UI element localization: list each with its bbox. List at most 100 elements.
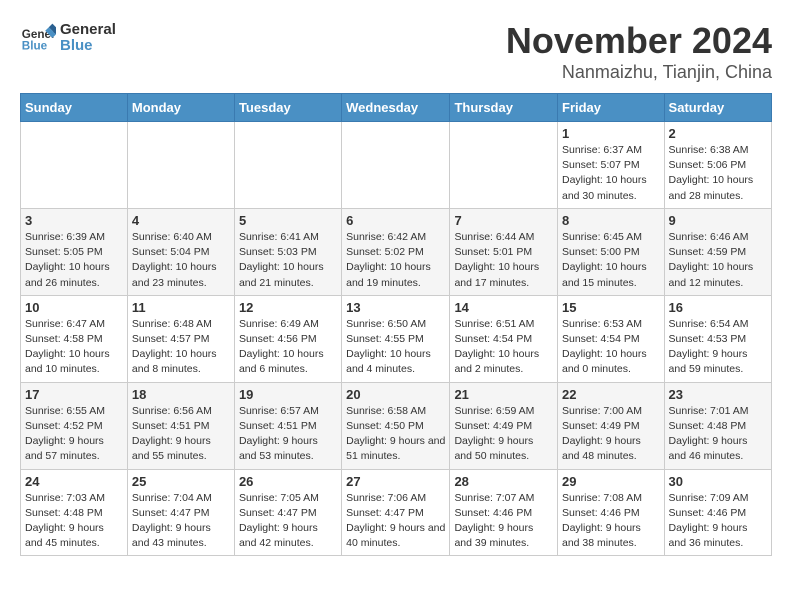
day-number: 29 [562,474,660,489]
day-info: Sunrise: 6:40 AM Sunset: 5:04 PM Dayligh… [132,230,230,291]
day-info: Sunrise: 6:55 AM Sunset: 4:52 PM Dayligh… [25,404,123,465]
weekday-header-monday: Monday [127,94,234,122]
weekday-header-saturday: Saturday [664,94,771,122]
day-number: 5 [239,213,337,228]
day-number: 30 [669,474,767,489]
location-title: Nanmaizhu, Tianjin, China [506,62,772,83]
day-number: 7 [454,213,553,228]
logo-icon: General Blue [20,20,56,56]
day-info: Sunrise: 6:37 AM Sunset: 5:07 PM Dayligh… [562,143,660,204]
weekday-header-sunday: Sunday [21,94,128,122]
day-number: 20 [346,387,445,402]
calendar-cell: 6Sunrise: 6:42 AM Sunset: 5:02 PM Daylig… [342,208,450,295]
calendar-cell: 10 Sunrise: 6:47 AM Sunset: 4:58 PM Dayli… [21,295,128,382]
day-info: Sunrise: 7:01 AM Sunset: 4:48 PM Dayligh… [669,404,767,465]
day-number: 16 [669,300,767,315]
calendar-cell: 23 Sunrise: 7:01 AM Sunset: 4:48 PM Dayli… [664,382,771,469]
day-info: Sunrise: 7:06 AM Sunset: 4:47 PM Dayligh… [346,491,445,552]
calendar-cell: 3 Sunrise: 6:39 AM Sunset: 5:05 PM Daylig… [21,208,128,295]
calendar-cell [234,122,341,209]
day-info: Sunrise: 7:07 AM Sunset: 4:46 PM Dayligh… [454,491,553,552]
calendar-cell: 17 Sunrise: 6:55 AM Sunset: 4:52 PM Dayli… [21,382,128,469]
calendar-cell: 16Sunrise: 6:54 AM Sunset: 4:53 PM Dayli… [664,295,771,382]
day-number: 19 [239,387,337,402]
calendar-cell: 21 Sunrise: 6:59 AM Sunset: 4:49 PM Dayli… [450,382,558,469]
calendar-cell: 4 Sunrise: 6:40 AM Sunset: 5:04 PM Daylig… [127,208,234,295]
day-number: 26 [239,474,337,489]
day-number: 11 [132,300,230,315]
calendar-cell: 2 Sunrise: 6:38 AM Sunset: 5:06 PM Daylig… [664,122,771,209]
calendar-cell: 20 Sunrise: 6:58 AM Sunset: 4:50 PM Dayli… [342,382,450,469]
day-info: Sunrise: 7:00 AM Sunset: 4:49 PM Dayligh… [562,404,660,465]
month-title: November 2024 [506,20,772,62]
day-info: Sunrise: 6:38 AM Sunset: 5:06 PM Dayligh… [669,143,767,204]
day-info: Sunrise: 6:53 AM Sunset: 4:54 PM Dayligh… [562,317,660,378]
svg-text:Blue: Blue [22,40,48,53]
calendar-cell: 14Sunrise: 6:51 AM Sunset: 4:54 PM Dayli… [450,295,558,382]
calendar-cell: 29 Sunrise: 7:08 AM Sunset: 4:46 PM Dayli… [558,469,665,556]
calendar-cell: 7 Sunrise: 6:44 AM Sunset: 5:01 PM Daylig… [450,208,558,295]
day-number: 25 [132,474,230,489]
day-number: 8 [562,213,660,228]
calendar-cell: 26Sunrise: 7:05 AM Sunset: 4:47 PM Dayli… [234,469,341,556]
calendar-cell: 5 Sunrise: 6:41 AM Sunset: 5:03 PM Daylig… [234,208,341,295]
day-info: Sunrise: 6:46 AM Sunset: 4:59 PM Dayligh… [669,230,767,291]
calendar-cell: 25 Sunrise: 7:04 AM Sunset: 4:47 PM Dayli… [127,469,234,556]
calendar-cell: 24Sunrise: 7:03 AM Sunset: 4:48 PM Dayli… [21,469,128,556]
day-number: 22 [562,387,660,402]
day-info: Sunrise: 6:56 AM Sunset: 4:51 PM Dayligh… [132,404,230,465]
day-info: Sunrise: 7:09 AM Sunset: 4:46 PM Dayligh… [669,491,767,552]
day-number: 28 [454,474,553,489]
calendar-cell: 22 Sunrise: 7:00 AM Sunset: 4:49 PM Dayli… [558,382,665,469]
day-info: Sunrise: 6:49 AM Sunset: 4:56 PM Dayligh… [239,317,337,378]
day-number: 17 [25,387,123,402]
weekday-header-wednesday: Wednesday [342,94,450,122]
day-number: 13 [346,300,445,315]
day-info: Sunrise: 6:41 AM Sunset: 5:03 PM Dayligh… [239,230,337,291]
day-info: Sunrise: 6:39 AM Sunset: 5:05 PM Dayligh… [25,230,123,291]
calendar-cell: 30 Sunrise: 7:09 AM Sunset: 4:46 PM Dayli… [664,469,771,556]
day-number: 3 [25,213,123,228]
day-number: 1 [562,126,660,141]
calendar-cell [127,122,234,209]
day-info: Sunrise: 6:45 AM Sunset: 5:00 PM Dayligh… [562,230,660,291]
day-info: Sunrise: 6:44 AM Sunset: 5:01 PM Dayligh… [454,230,553,291]
day-info: Sunrise: 6:48 AM Sunset: 4:57 PM Dayligh… [132,317,230,378]
week-row-3: 10 Sunrise: 6:47 AM Sunset: 4:58 PM Dayli… [21,295,772,382]
week-row-4: 17 Sunrise: 6:55 AM Sunset: 4:52 PM Dayli… [21,382,772,469]
day-number: 15 [562,300,660,315]
calendar-cell: 15 Sunrise: 6:53 AM Sunset: 4:54 PM Dayli… [558,295,665,382]
calendar-cell: 28 Sunrise: 7:07 AM Sunset: 4:46 PM Dayli… [450,469,558,556]
logo: General Blue General Blue [20,20,116,56]
day-info: Sunrise: 7:04 AM Sunset: 4:47 PM Dayligh… [132,491,230,552]
calendar-cell: 11 Sunrise: 6:48 AM Sunset: 4:57 PM Dayli… [127,295,234,382]
calendar-cell: 12Sunrise: 6:49 AM Sunset: 4:56 PM Dayli… [234,295,341,382]
day-number: 21 [454,387,553,402]
day-info: Sunrise: 6:58 AM Sunset: 4:50 PM Dayligh… [346,404,445,465]
header: General Blue General Blue November 2024 … [20,20,772,83]
calendar-cell: 1 Sunrise: 6:37 AM Sunset: 5:07 PM Daylig… [558,122,665,209]
calendar-cell: 27 Sunrise: 7:06 AM Sunset: 4:47 PM Dayli… [342,469,450,556]
calendar-cell [450,122,558,209]
day-number: 18 [132,387,230,402]
day-number: 4 [132,213,230,228]
day-info: Sunrise: 6:57 AM Sunset: 4:51 PM Dayligh… [239,404,337,465]
day-number: 23 [669,387,767,402]
day-number: 6 [346,213,445,228]
calendar-cell: 13Sunrise: 6:50 AM Sunset: 4:55 PM Dayli… [342,295,450,382]
calendar-cell: 19 Sunrise: 6:57 AM Sunset: 4:51 PM Dayli… [234,382,341,469]
day-number: 24 [25,474,123,489]
week-row-5: 24Sunrise: 7:03 AM Sunset: 4:48 PM Dayli… [21,469,772,556]
day-number: 10 [25,300,123,315]
calendar-cell: 9Sunrise: 6:46 AM Sunset: 4:59 PM Daylig… [664,208,771,295]
logo-blue: Blue [60,38,116,55]
day-info: Sunrise: 6:59 AM Sunset: 4:49 PM Dayligh… [454,404,553,465]
day-info: Sunrise: 6:47 AM Sunset: 4:58 PM Dayligh… [25,317,123,378]
day-number: 2 [669,126,767,141]
calendar-cell [21,122,128,209]
calendar-table: SundayMondayTuesdayWednesdayThursdayFrid… [20,93,772,556]
day-number: 14 [454,300,553,315]
weekday-header-row: SundayMondayTuesdayWednesdayThursdayFrid… [21,94,772,122]
day-info: Sunrise: 7:08 AM Sunset: 4:46 PM Dayligh… [562,491,660,552]
day-number: 27 [346,474,445,489]
